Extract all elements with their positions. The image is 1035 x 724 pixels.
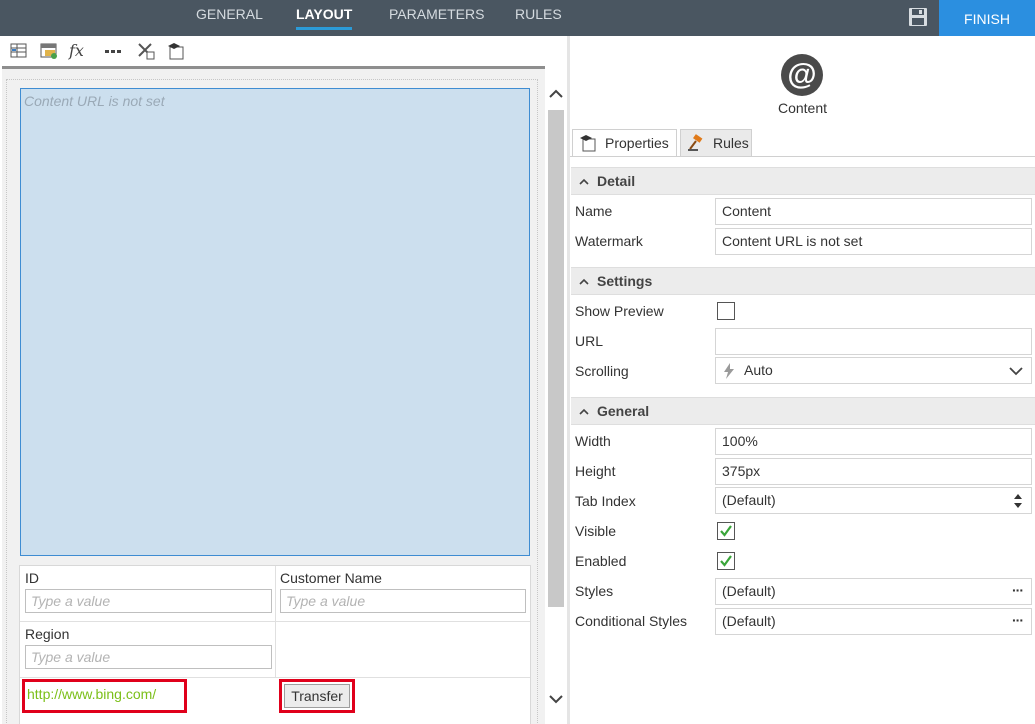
tab-rules-label: Rules [713, 135, 749, 151]
save-icon[interactable] [907, 6, 929, 28]
section-detail-title: Detail [597, 173, 636, 189]
section-general[interactable]: General [571, 397, 1035, 425]
control-name: Content [777, 100, 828, 116]
region-label: Region [25, 626, 70, 642]
scrolling-value: Auto [744, 362, 773, 378]
name-field[interactable]: Content [715, 198, 1032, 225]
check-icon [720, 555, 732, 567]
chevron-up-icon[interactable] [548, 86, 564, 102]
tab-divider [570, 156, 1035, 157]
tab-index-label: Tab Index [575, 493, 636, 509]
tab-rules-panel[interactable]: Rules [680, 129, 752, 157]
width-field[interactable]: 100% [715, 428, 1032, 455]
tools-icon[interactable] [136, 41, 156, 61]
chevron-up-icon [579, 408, 589, 415]
chevron-down-icon[interactable] [548, 691, 564, 707]
column-divider [275, 566, 276, 678]
rules-gavel-icon [687, 134, 705, 152]
canvas-scrollbar[interactable] [545, 80, 567, 724]
table-icon[interactable] [9, 41, 29, 61]
section-settings-title: Settings [597, 273, 653, 289]
width-label: Width [575, 433, 611, 449]
show-preview-checkbox[interactable] [717, 302, 735, 320]
height-label: Height [575, 463, 616, 479]
url-label: URL [575, 333, 604, 349]
transfer-button[interactable]: Transfer [284, 684, 350, 708]
visible-checkbox[interactable] [717, 522, 735, 540]
scrolling-select[interactable]: Auto [715, 357, 1032, 384]
form-icon[interactable] [39, 41, 59, 61]
tab-properties-label: Properties [605, 135, 669, 151]
scrolling-label: Scrolling [575, 363, 629, 379]
visible-label: Visible [575, 523, 616, 539]
row-divider [20, 621, 530, 622]
transfer-highlight: Transfer [279, 679, 355, 713]
content-watermark: Content URL is not set [24, 93, 165, 109]
at-icon: @ [781, 54, 823, 96]
lightning-icon [724, 363, 734, 379]
conditional-styles-value: (Default) [722, 613, 776, 629]
spinner-icon[interactable] [1013, 491, 1023, 511]
tab-parameters[interactable]: PARAMETERS [389, 0, 484, 36]
region-input[interactable]: Type a value [25, 645, 272, 669]
finish-button[interactable]: FINISH [939, 0, 1035, 36]
region-cell: Region Type a value [25, 626, 272, 669]
height-field[interactable]: 375px [715, 458, 1032, 485]
ellipsis-icon[interactable] [103, 41, 123, 61]
chevron-up-icon [579, 178, 589, 185]
customer-name-cell: Customer Name Type a value [280, 570, 526, 613]
styles-value: (Default) [722, 583, 776, 599]
tab-index-value: (Default) [722, 492, 776, 508]
section-general-title: General [597, 403, 650, 419]
id-input[interactable]: Type a value [25, 589, 272, 613]
hyperlink[interactable]: http://www.bing.com/ [22, 679, 187, 713]
url-field[interactable] [715, 328, 1032, 355]
conditional-styles-label: Conditional Styles [575, 613, 688, 629]
id-label: ID [25, 570, 39, 586]
top-nav: GENERAL LAYOUT PARAMETERS RULES FINISH [0, 0, 1035, 36]
customer-name-label: Customer Name [280, 570, 382, 586]
name-label: Name [575, 203, 613, 219]
fx-icon[interactable]: fx [69, 41, 89, 61]
tab-index-field[interactable]: (Default) [715, 487, 1032, 514]
tab-properties[interactable]: Properties [572, 129, 677, 157]
watermark-label: Watermark [575, 233, 643, 249]
layout-toolbar: fx [0, 36, 567, 66]
chevron-down-icon [1009, 367, 1023, 376]
section-detail[interactable]: Detail [571, 167, 1035, 195]
id-cell: ID Type a value [25, 570, 272, 613]
scrollbar-thumb[interactable] [548, 110, 564, 607]
tab-layout[interactable]: LAYOUT [296, 0, 353, 36]
enabled-label: Enabled [575, 553, 627, 569]
properties-icon [579, 134, 597, 152]
row-divider [20, 677, 530, 678]
form-table: ID Type a value Customer Name Type a val… [19, 565, 531, 724]
properties-panel: @ Content Properties Rules Detail Name C… [570, 36, 1035, 724]
show-preview-label: Show Preview [575, 303, 664, 319]
chevron-up-icon [579, 278, 589, 285]
styles-label: Styles [575, 583, 614, 599]
enabled-checkbox[interactable] [717, 552, 735, 570]
cap-icon[interactable] [166, 41, 186, 61]
styles-field[interactable]: (Default) ··· [715, 578, 1032, 605]
customer-name-input[interactable]: Type a value [280, 589, 526, 613]
content-control[interactable]: Content URL is not set [20, 88, 530, 556]
conditional-styles-ellipsis-button[interactable]: ··· [1012, 608, 1024, 633]
tab-rules[interactable]: RULES [515, 0, 562, 36]
layout-canvas: Content URL is not set ID Type a value C… [2, 66, 545, 724]
section-settings[interactable]: Settings [571, 267, 1035, 295]
tab-general[interactable]: GENERAL [196, 0, 263, 36]
watermark-field[interactable]: Content URL is not set [715, 228, 1032, 255]
conditional-styles-field[interactable]: (Default) ··· [715, 608, 1032, 635]
styles-ellipsis-button[interactable]: ··· [1012, 578, 1024, 603]
check-icon [720, 525, 732, 537]
